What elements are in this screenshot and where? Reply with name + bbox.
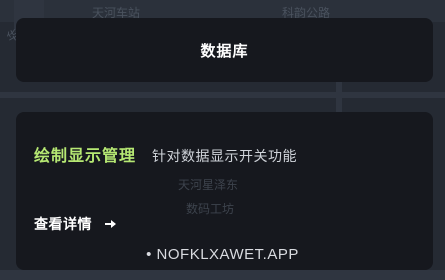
view-details-link[interactable]: 查看详情 <box>34 214 118 234</box>
feature-description: 针对数据显示开关功能 <box>152 149 298 165</box>
map-label: 数码工坊 <box>186 202 235 216</box>
feature-header: 绘制显示管理 针对数据显示开关功能 <box>34 142 297 166</box>
arrow-right-icon <box>105 220 116 228</box>
map-road <box>0 270 445 280</box>
map-label: 天河星泽东 <box>178 178 239 192</box>
view-details-label: 查看详情 <box>34 217 92 233</box>
feature-title: 绘制显示管理 <box>34 146 137 165</box>
map-road <box>0 92 445 98</box>
database-card[interactable]: 数据库 <box>16 18 433 82</box>
database-card-title: 数据库 <box>200 41 249 60</box>
watermark: • NOFKLXAWET.APP <box>146 246 299 263</box>
